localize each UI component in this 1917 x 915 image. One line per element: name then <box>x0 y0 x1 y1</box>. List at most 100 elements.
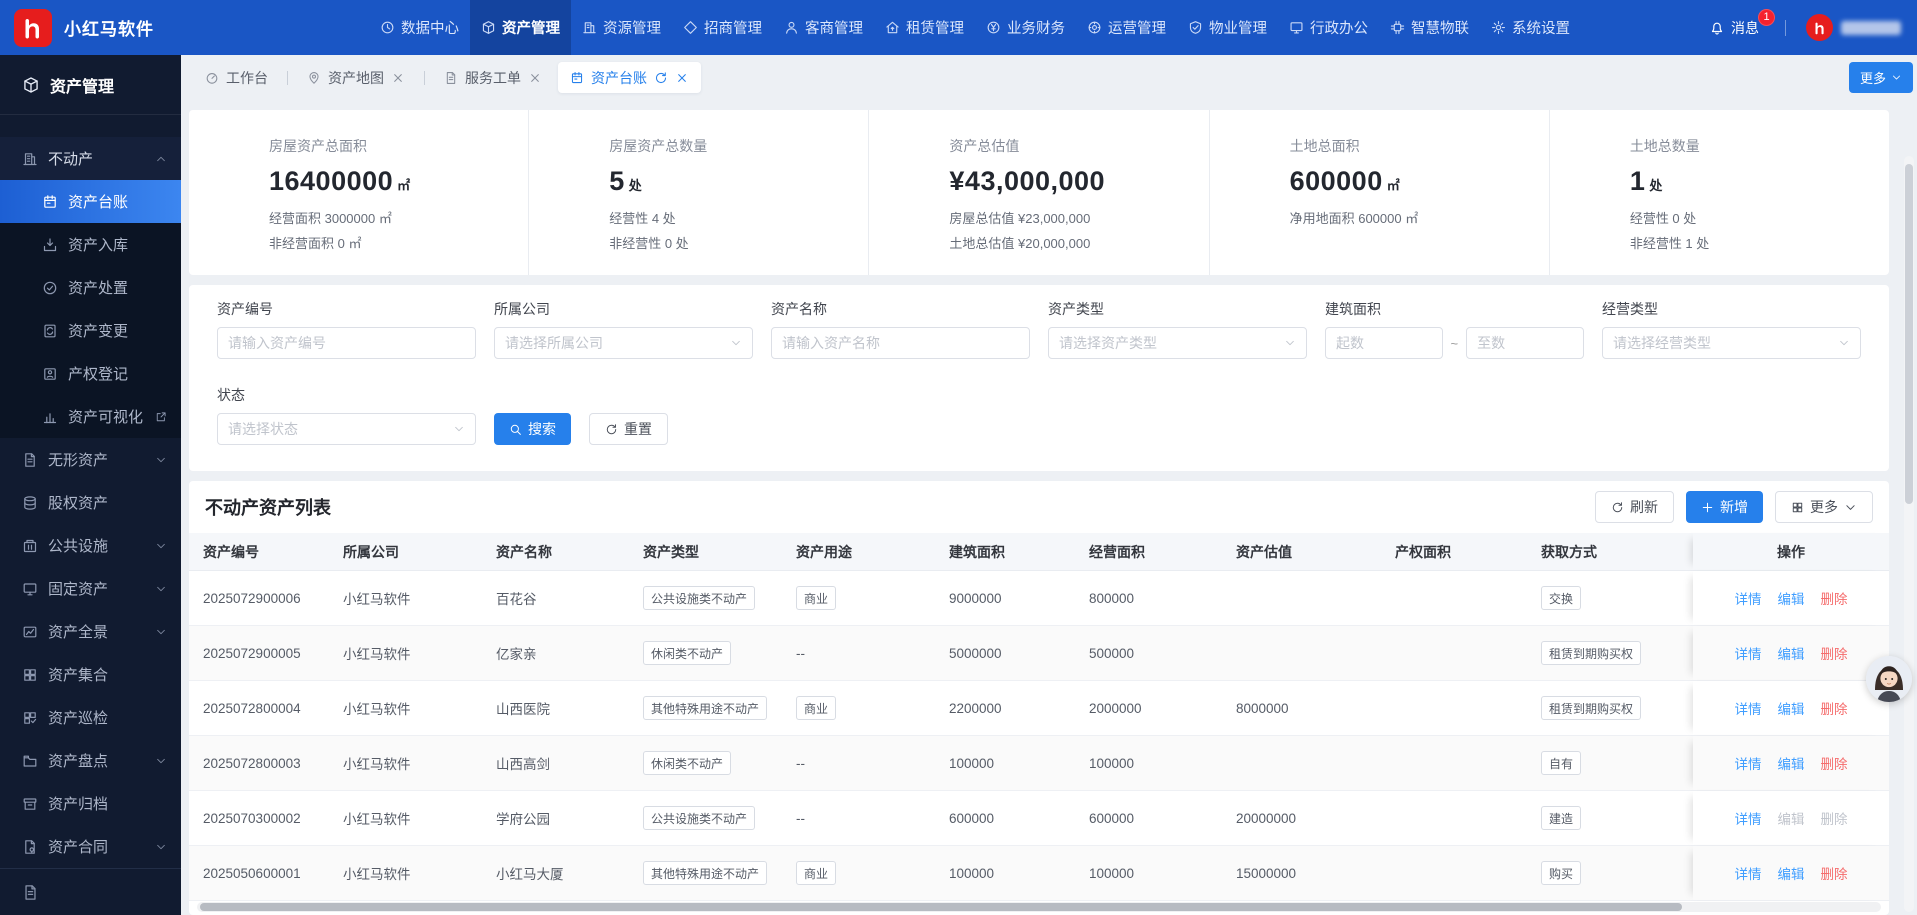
detail-link[interactable]: 详情 <box>1735 863 1762 883</box>
edit-link[interactable]: 编辑 <box>1778 863 1805 883</box>
range-separator: ~ <box>1451 336 1459 351</box>
detail-link[interactable]: 详情 <box>1735 753 1762 773</box>
pin-icon <box>307 71 321 85</box>
person-icon <box>784 20 799 35</box>
refresh-button[interactable]: 刷新 <box>1595 491 1674 523</box>
table-more-button[interactable]: 更多 <box>1775 491 1873 523</box>
horizontal-scrollbar-thumb[interactable] <box>200 903 1682 911</box>
refresh-icon[interactable] <box>654 71 668 85</box>
sidebar-subitem[interactable]: 资产处置 <box>0 266 181 309</box>
vertical-scrollbar <box>1904 156 1914 912</box>
stat-value-number: 600000 <box>1290 166 1383 196</box>
chevron-down-icon <box>730 337 742 349</box>
nav-item[interactable]: 行政办公 <box>1278 0 1379 55</box>
filter-select-placeholder: 请选择状态 <box>228 419 298 439</box>
cell: 100000 <box>1075 866 1222 881</box>
sidebar-subitem[interactable]: 资产台账 <box>0 180 181 223</box>
sidebar-item[interactable]: 资产集合 <box>0 653 181 696</box>
chevron-down-icon <box>155 454 167 466</box>
nav-item[interactable]: 智慧物联 <box>1379 0 1480 55</box>
collapse-sidebar-icon[interactable] <box>22 884 39 901</box>
user-menu[interactable] <box>1806 14 1901 41</box>
nav-item-label: 业务财务 <box>1007 17 1065 38</box>
nav-item[interactable]: 业务财务 <box>975 0 1076 55</box>
nav-item[interactable]: 物业管理 <box>1177 0 1278 55</box>
close-tab-icon[interactable] <box>391 71 405 85</box>
edit-link[interactable]: 编辑 <box>1778 753 1805 773</box>
tabs-more-button[interactable]: 更多 <box>1849 62 1913 93</box>
delete-link[interactable]: 删除 <box>1821 753 1848 773</box>
sidebar-item[interactable]: 股权资产 <box>0 481 181 524</box>
filter-input[interactable] <box>217 327 476 359</box>
sidebar-subitem[interactable]: 资产变更 <box>0 309 181 352</box>
range-to-input[interactable] <box>1466 327 1584 359</box>
delete-link[interactable]: 删除 <box>1821 863 1848 883</box>
vertical-scrollbar-thumb[interactable] <box>1905 164 1913 504</box>
sidebar-item[interactable]: 资产巡检 <box>0 696 181 739</box>
edit-link[interactable]: 编辑 <box>1778 588 1805 608</box>
detail-link[interactable]: 详情 <box>1735 588 1762 608</box>
filter-select[interactable]: 请选择所属公司 <box>494 327 753 359</box>
sidebar-item[interactable]: 资产合同 <box>0 825 181 868</box>
stat-sublines: 经营面积 3000000 ㎡非经营面积 0 ㎡ <box>269 206 518 256</box>
sidebar-item[interactable]: 资产盘点 <box>0 739 181 782</box>
delete-link[interactable]: 删除 <box>1821 588 1848 608</box>
sidebar-item[interactable]: 资产归档 <box>0 782 181 825</box>
nav-item[interactable]: 客商管理 <box>773 0 874 55</box>
column-header: 产权面积 <box>1381 542 1527 562</box>
filter-select[interactable]: 请选择经营类型 <box>1602 327 1861 359</box>
sidebar-item-label: 固定资产 <box>48 578 108 599</box>
sidebar-item[interactable]: 公共设施 <box>0 524 181 567</box>
edit-link[interactable]: 编辑 <box>1778 643 1805 663</box>
cell: 100000 <box>935 866 1075 881</box>
filter-input[interactable] <box>771 327 1030 359</box>
sidebar-item[interactable]: 无形资产 <box>0 438 181 481</box>
tabs-more-label: 更多 <box>1860 68 1886 87</box>
cell: 商业 <box>782 586 935 610</box>
tab-item[interactable]: 工作台 <box>193 62 280 93</box>
nav-item-label: 系统设置 <box>1512 17 1570 38</box>
add-button[interactable]: 新增 <box>1686 491 1763 523</box>
detail-link[interactable]: 详情 <box>1735 643 1762 663</box>
nav-item[interactable]: 招商管理 <box>672 0 773 55</box>
nav-item[interactable]: 数据中心 <box>369 0 470 55</box>
tab-item[interactable]: 服务工单 <box>432 62 554 93</box>
monitor-icon <box>1289 20 1304 35</box>
filter-select[interactable]: 请选择状态 <box>217 413 476 445</box>
edit-link[interactable]: 编辑 <box>1778 698 1805 718</box>
tab-label: 资产地图 <box>328 68 384 88</box>
sidebar-item[interactable]: 固定资产 <box>0 567 181 610</box>
tab-active[interactable]: 资产台账 <box>558 62 701 93</box>
search-button[interactable]: 搜索 <box>494 413 571 445</box>
delete-link[interactable]: 删除 <box>1821 643 1848 663</box>
nav-item[interactable]: 租赁管理 <box>874 0 975 55</box>
sidebar-item[interactable]: 不动产 <box>0 137 181 180</box>
sidebar-subitem[interactable]: 资产入库 <box>0 223 181 266</box>
sidebar-item-label: 无形资产 <box>48 449 108 470</box>
sidebar-item[interactable]: 资产全景 <box>0 610 181 653</box>
nav-item[interactable]: 资源管理 <box>571 0 672 55</box>
yen-icon <box>986 20 1001 35</box>
tab-label: 工作台 <box>226 68 268 88</box>
close-tab-icon[interactable] <box>675 71 689 85</box>
nav-item[interactable]: 运营管理 <box>1076 0 1177 55</box>
sidebar-item-label: 资产归档 <box>48 793 108 814</box>
detail-link[interactable]: 详情 <box>1735 808 1762 828</box>
assistant-avatar[interactable] <box>1866 656 1912 702</box>
nav-item[interactable]: 系统设置 <box>1480 0 1581 55</box>
chevron-down-icon <box>155 540 167 552</box>
filter-select[interactable]: 请选择资产类型 <box>1048 327 1307 359</box>
reset-button[interactable]: 重置 <box>589 413 668 445</box>
detail-link[interactable]: 详情 <box>1735 698 1762 718</box>
nav-item[interactable]: 资产管理 <box>470 0 571 55</box>
cell: 公共设施类不动产 <box>629 586 782 610</box>
doc-icon <box>444 71 458 85</box>
delete-link[interactable]: 删除 <box>1821 698 1848 718</box>
sidebar-subitem[interactable]: 产权登记 <box>0 352 181 395</box>
tab-item[interactable]: 资产地图 <box>295 62 417 93</box>
range-from-input[interactable] <box>1325 327 1443 359</box>
messages-button[interactable]: 消息 1 <box>1709 18 1759 38</box>
sidebar-subitem[interactable]: 资产可视化 <box>0 395 181 438</box>
close-tab-icon[interactable] <box>528 71 542 85</box>
chevron-up-icon <box>155 153 167 165</box>
